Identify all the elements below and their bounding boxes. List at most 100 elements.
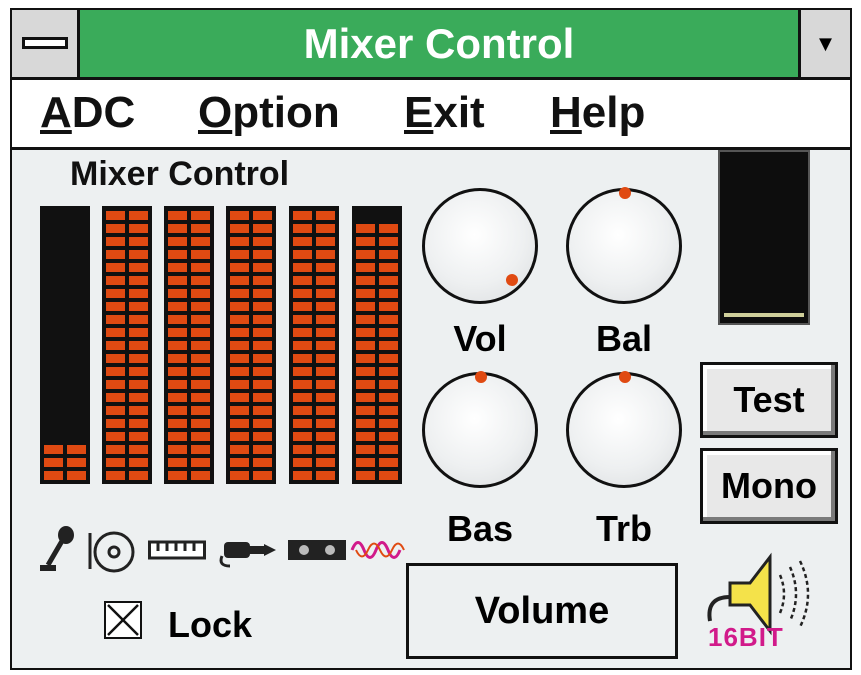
meter-segment: [356, 380, 398, 389]
meter-segment: [106, 276, 148, 285]
meter-segment: [168, 471, 210, 480]
level-meter[interactable]: [164, 206, 214, 484]
knob-indicator: [475, 371, 487, 383]
microphone-icon[interactable]: [38, 525, 80, 575]
meter-segment: [356, 237, 398, 246]
meter-segment: [293, 406, 335, 415]
meter-segment: [356, 341, 398, 350]
meter-segment: [44, 458, 86, 467]
lock-checkbox[interactable]: [104, 601, 142, 639]
menu-adc[interactable]: ADC: [40, 88, 135, 138]
level-meter[interactable]: [102, 206, 152, 484]
menu-exit[interactable]: Exit: [404, 88, 485, 138]
meter-segment: [356, 354, 398, 363]
meter-segment: [356, 250, 398, 259]
meter-segment: [356, 224, 398, 233]
meter-segment: [106, 458, 148, 467]
meter-segment: [106, 289, 148, 298]
meter-segment: [356, 302, 398, 311]
meter-segment: [356, 367, 398, 376]
knob-indicator: [619, 371, 631, 383]
bass-knob[interactable]: [422, 371, 538, 488]
test-button[interactable]: Test: [700, 362, 838, 438]
meter-segment: [44, 445, 86, 454]
menu-option[interactable]: Option: [198, 88, 340, 138]
lock-label: Lock: [168, 604, 253, 645]
meter-segment: [356, 289, 398, 298]
meter-segment: [106, 406, 148, 415]
meter-segment: [106, 328, 148, 337]
meter-segment: [230, 380, 272, 389]
meter-segment: [356, 276, 398, 285]
meter-segment: [168, 250, 210, 259]
minimize-button[interactable]: ▼: [798, 10, 850, 77]
meter-segment: [106, 302, 148, 311]
meter-segment: [356, 432, 398, 441]
meter-segment: [168, 328, 210, 337]
meter-segment: [106, 250, 148, 259]
meter-segment: [356, 328, 398, 337]
meter-segment: [106, 380, 148, 389]
menu-help[interactable]: Help: [550, 88, 645, 138]
system-menu-button[interactable]: [12, 10, 80, 77]
menu-bar: ADC Option Exit Help: [12, 80, 850, 150]
meter-segment: [230, 445, 272, 454]
mono-button[interactable]: Mono: [700, 448, 838, 524]
meter-segment: [293, 211, 335, 220]
meter-segment: [293, 419, 335, 428]
meter-segment: [168, 315, 210, 324]
meter-segment: [106, 237, 148, 246]
wave-icon[interactable]: [350, 525, 406, 575]
meter-segment: [230, 432, 272, 441]
meter-segment: [293, 237, 335, 246]
meter-segment: [106, 354, 148, 363]
meter-segment: [168, 354, 210, 363]
meter-segment: [293, 354, 335, 363]
meter-segment: [230, 419, 272, 428]
volume-knob[interactable]: [422, 188, 538, 304]
vol-label: Vol: [453, 318, 507, 359]
meter-segment: [293, 302, 335, 311]
tape-icon[interactable]: [288, 525, 346, 575]
meter-segment: [356, 419, 398, 428]
balance-knob[interactable]: [566, 187, 682, 304]
level-meter[interactable]: [289, 206, 339, 484]
meter-segment: [293, 380, 335, 389]
knob-indicator: [506, 274, 518, 286]
meter-segment: [230, 250, 272, 259]
keyboard-icon[interactable]: [148, 525, 206, 575]
meter-segment: [106, 367, 148, 376]
meter-segment: [230, 211, 272, 220]
meter-segment: [293, 289, 335, 298]
level-meter[interactable]: [40, 206, 90, 484]
level-meter[interactable]: [226, 206, 276, 484]
16bit-badge: 16BIT: [708, 622, 784, 652]
meter-segment: [44, 471, 86, 480]
meter-segment: [168, 289, 210, 298]
meter-segment: [230, 263, 272, 272]
cd-disc-icon[interactable]: [86, 525, 136, 575]
line-in-jack-icon[interactable]: [216, 525, 280, 575]
meter-segment: [168, 302, 210, 311]
meter-segment: [293, 224, 335, 233]
meter-segment: [106, 471, 148, 480]
meter-segment: [293, 276, 335, 285]
meter-segment: [168, 380, 210, 389]
treble-knob[interactable]: [566, 371, 682, 488]
level-meter[interactable]: [352, 206, 402, 484]
meter-segment: [168, 367, 210, 376]
meter-segment: [168, 419, 210, 428]
meter-segment: [230, 276, 272, 285]
title-bar: Mixer Control ▼: [12, 10, 850, 80]
meter-segment: [106, 419, 148, 428]
meter-segment: [356, 445, 398, 454]
meter-segment: [230, 406, 272, 415]
meter-segment: [106, 263, 148, 272]
meter-segment: [356, 315, 398, 324]
meter-segment: [168, 458, 210, 467]
meter-segment: [230, 328, 272, 337]
checkbox-x-icon: [107, 604, 139, 636]
meter-segment: [106, 315, 148, 324]
meter-segment: [168, 445, 210, 454]
meter-segment: [293, 393, 335, 402]
